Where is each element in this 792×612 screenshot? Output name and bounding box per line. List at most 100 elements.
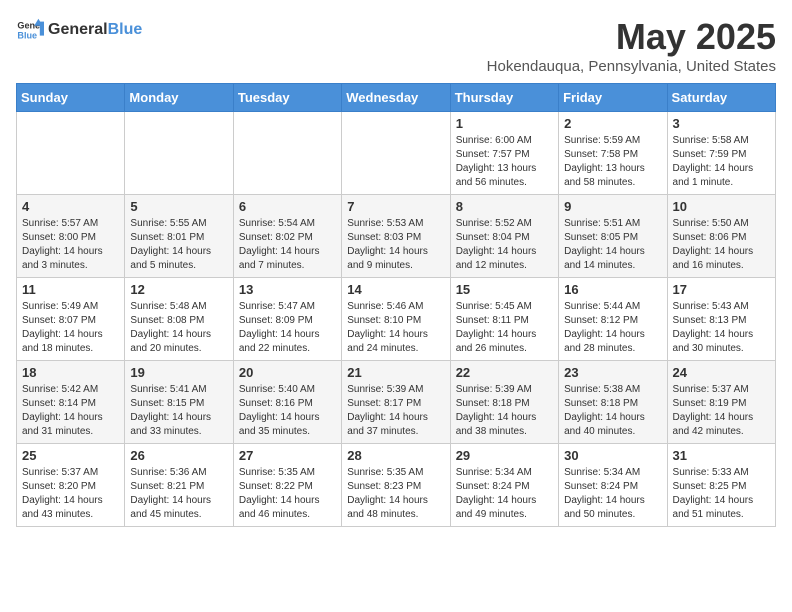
day-info: Sunrise: 5:40 AMSunset: 8:16 PMDaylight:…: [239, 383, 336, 439]
calendar-cell: 28 Sunrise: 5:35 AMSunset: 8:23 PMDayligh…: [342, 444, 450, 527]
calendar-cell: 12 Sunrise: 5:48 AMSunset: 8:08 PMDayligh…: [125, 278, 233, 361]
header-friday: Friday: [559, 84, 667, 112]
day-number: 17: [673, 282, 770, 297]
day-number: 23: [564, 365, 661, 380]
day-number: 30: [564, 448, 661, 463]
calendar-cell: 4 Sunrise: 5:57 AMSunset: 8:00 PMDaylight…: [17, 195, 125, 278]
day-number: 13: [239, 282, 336, 297]
calendar-cell: 14 Sunrise: 5:46 AMSunset: 8:10 PMDayligh…: [342, 278, 450, 361]
calendar-cell: 21Sunrise: 5:39 AMSunset: 8:17 PMDayligh…: [342, 361, 450, 444]
day-number: 5: [130, 199, 227, 214]
logo: General Blue GeneralBlue: [16, 16, 142, 44]
day-number: 6: [239, 199, 336, 214]
day-number: 19: [130, 365, 227, 380]
calendar-cell: 27 Sunrise: 5:35 AMSunset: 8:22 PMDayligh…: [233, 444, 341, 527]
day-info: Sunrise: 5:59 AMSunset: 7:58 PMDaylight:…: [564, 134, 661, 190]
day-info: Sunrise: 5:33 AMSunset: 8:25 PMDaylight:…: [673, 466, 770, 522]
day-info: Sunrise: 5:49 AMSunset: 8:07 PMDaylight:…: [22, 300, 119, 356]
calendar-cell: 5 Sunrise: 5:55 AMSunset: 8:01 PMDaylight…: [125, 195, 233, 278]
day-info: Sunrise: 5:42 AMSunset: 8:14 PMDaylight:…: [22, 383, 119, 439]
calendar-cell: 24Sunrise: 5:37 AMSunset: 8:19 PMDayligh…: [667, 361, 775, 444]
calendar-cell: 25Sunrise: 5:37 AMSunset: 8:20 PMDayligh…: [17, 444, 125, 527]
week-row-3: 11 Sunrise: 5:49 AMSunset: 8:07 PMDayligh…: [17, 278, 776, 361]
calendar-cell: 6Sunrise: 5:54 AMSunset: 8:02 PMDaylight…: [233, 195, 341, 278]
day-info: Sunrise: 5:45 AMSunset: 8:11 PMDaylight:…: [456, 300, 553, 356]
day-number: 18: [22, 365, 119, 380]
calendar-cell: 7Sunrise: 5:53 AMSunset: 8:03 PMDaylight…: [342, 195, 450, 278]
calendar-cell: 19 Sunrise: 5:41 AMSunset: 8:15 PMDayligh…: [125, 361, 233, 444]
calendar-cell: 9 Sunrise: 5:51 AMSunset: 8:05 PMDaylight…: [559, 195, 667, 278]
calendar-cell: 1 Sunrise: 6:00 AMSunset: 7:57 PMDaylight…: [450, 112, 558, 195]
day-number: 8: [456, 199, 553, 214]
week-row-2: 4 Sunrise: 5:57 AMSunset: 8:00 PMDaylight…: [17, 195, 776, 278]
calendar-cell: 15 Sunrise: 5:45 AMSunset: 8:11 PMDayligh…: [450, 278, 558, 361]
calendar-cell: 10 Sunrise: 5:50 AMSunset: 8:06 PMDayligh…: [667, 195, 775, 278]
day-info: Sunrise: 5:51 AMSunset: 8:05 PMDaylight:…: [564, 217, 661, 273]
calendar-cell: 3Sunrise: 5:58 AMSunset: 7:59 PMDaylight…: [667, 112, 775, 195]
calendar-cell: 22 Sunrise: 5:39 AMSunset: 8:18 PMDayligh…: [450, 361, 558, 444]
day-info: Sunrise: 5:47 AMSunset: 8:09 PMDaylight:…: [239, 300, 336, 356]
day-info: Sunrise: 5:52 AMSunset: 8:04 PMDaylight:…: [456, 217, 553, 273]
week-row-5: 25Sunrise: 5:37 AMSunset: 8:20 PMDayligh…: [17, 444, 776, 527]
day-info: Sunrise: 5:48 AMSunset: 8:08 PMDaylight:…: [130, 300, 227, 356]
day-number: 4: [22, 199, 119, 214]
calendar-cell: 8 Sunrise: 5:52 AMSunset: 8:04 PMDaylight…: [450, 195, 558, 278]
day-info: Sunrise: 5:36 AMSunset: 8:21 PMDaylight:…: [130, 466, 227, 522]
calendar-cell: 16 Sunrise: 5:44 AMSunset: 8:12 PMDayligh…: [559, 278, 667, 361]
header: General Blue GeneralBlue May 2025 Hokend…: [16, 16, 776, 75]
calendar-cell: 26 Sunrise: 5:36 AMSunset: 8:21 PMDayligh…: [125, 444, 233, 527]
day-info: Sunrise: 5:58 AMSunset: 7:59 PMDaylight:…: [673, 134, 770, 190]
calendar-cell: 23Sunrise: 5:38 AMSunset: 8:18 PMDayligh…: [559, 361, 667, 444]
title-area: May 2025 Hokendauqua, Pennsylvania, Unit…: [487, 16, 776, 75]
header-thursday: Thursday: [450, 84, 558, 112]
day-info: Sunrise: 5:35 AMSunset: 8:23 PMDaylight:…: [347, 466, 444, 522]
day-number: 14: [347, 282, 444, 297]
day-number: 27: [239, 448, 336, 463]
day-info: Sunrise: 5:34 AMSunset: 8:24 PMDaylight:…: [564, 466, 661, 522]
day-number: 25: [22, 448, 119, 463]
header-monday: Monday: [125, 84, 233, 112]
header-saturday: Saturday: [667, 84, 775, 112]
day-number: 31: [673, 448, 770, 463]
day-number: 28: [347, 448, 444, 463]
logo-general: GeneralBlue: [48, 21, 142, 39]
day-info: Sunrise: 5:39 AMSunset: 8:18 PMDaylight:…: [456, 383, 553, 439]
day-number: 22: [456, 365, 553, 380]
day-number: 15: [456, 282, 553, 297]
day-number: 1: [456, 116, 553, 131]
calendar-cell: 29Sunrise: 5:34 AMSunset: 8:24 PMDayligh…: [450, 444, 558, 527]
subtitle: Hokendauqua, Pennsylvania, United States: [487, 58, 776, 75]
day-number: 2: [564, 116, 661, 131]
calendar-cell: 30 Sunrise: 5:34 AMSunset: 8:24 PMDayligh…: [559, 444, 667, 527]
day-info: Sunrise: 5:53 AMSunset: 8:03 PMDaylight:…: [347, 217, 444, 273]
day-info: Sunrise: 5:44 AMSunset: 8:12 PMDaylight:…: [564, 300, 661, 356]
day-number: 26: [130, 448, 227, 463]
day-info: Sunrise: 5:50 AMSunset: 8:06 PMDaylight:…: [673, 217, 770, 273]
day-info: Sunrise: 5:57 AMSunset: 8:00 PMDaylight:…: [22, 217, 119, 273]
day-number: 10: [673, 199, 770, 214]
calendar-header-row: SundayMondayTuesdayWednesdayThursdayFrid…: [17, 84, 776, 112]
day-info: Sunrise: 5:35 AMSunset: 8:22 PMDaylight:…: [239, 466, 336, 522]
day-number: 24: [673, 365, 770, 380]
day-number: 11: [22, 282, 119, 297]
day-info: Sunrise: 6:00 AMSunset: 7:57 PMDaylight:…: [456, 134, 553, 190]
day-info: Sunrise: 5:43 AMSunset: 8:13 PMDaylight:…: [673, 300, 770, 356]
calendar-cell: 18 Sunrise: 5:42 AMSunset: 8:14 PMDayligh…: [17, 361, 125, 444]
day-info: Sunrise: 5:46 AMSunset: 8:10 PMDaylight:…: [347, 300, 444, 356]
day-info: Sunrise: 5:55 AMSunset: 8:01 PMDaylight:…: [130, 217, 227, 273]
day-number: 12: [130, 282, 227, 297]
calendar-cell: [125, 112, 233, 195]
day-number: 9: [564, 199, 661, 214]
day-info: Sunrise: 5:41 AMSunset: 8:15 PMDaylight:…: [130, 383, 227, 439]
logo-icon: General Blue: [16, 16, 44, 44]
calendar-cell: [17, 112, 125, 195]
calendar-cell: [342, 112, 450, 195]
calendar: SundayMondayTuesdayWednesdayThursdayFrid…: [16, 83, 776, 527]
calendar-cell: 17 Sunrise: 5:43 AMSunset: 8:13 PMDayligh…: [667, 278, 775, 361]
day-number: 16: [564, 282, 661, 297]
header-sunday: Sunday: [17, 84, 125, 112]
calendar-cell: 2 Sunrise: 5:59 AMSunset: 7:58 PMDaylight…: [559, 112, 667, 195]
main-title: May 2025: [487, 16, 776, 58]
svg-text:Blue: Blue: [17, 30, 37, 40]
week-row-4: 18 Sunrise: 5:42 AMSunset: 8:14 PMDayligh…: [17, 361, 776, 444]
